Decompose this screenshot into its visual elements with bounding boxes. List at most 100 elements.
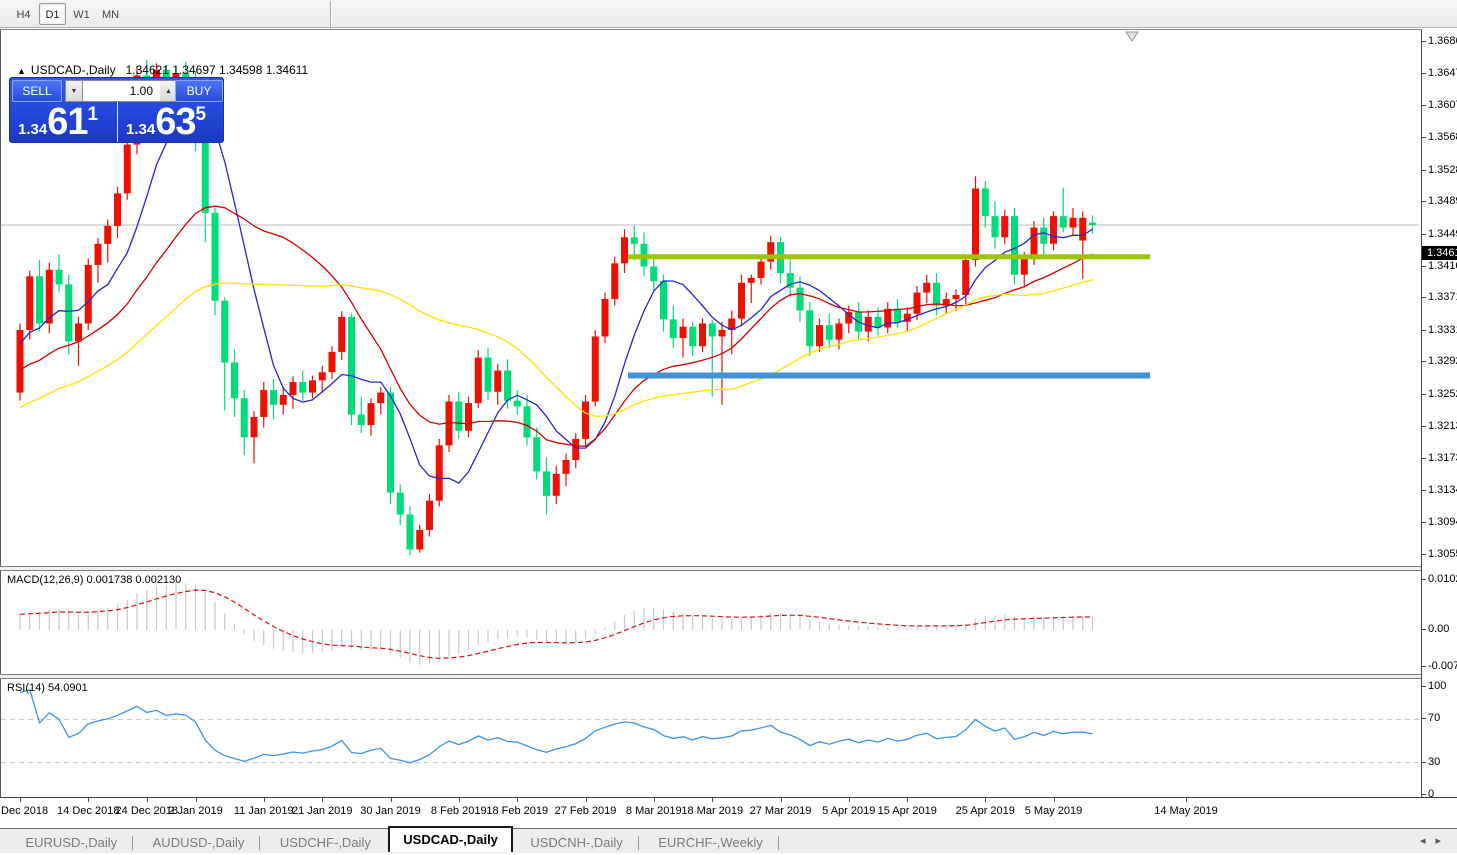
candle — [474, 357, 482, 404]
candle — [114, 193, 121, 226]
collapse-panel-icon[interactable]: ▲ — [17, 66, 26, 76]
date-axis-tick — [780, 798, 782, 802]
tab-usdcad-daily[interactable]: USDCAD-,Daily — [388, 826, 513, 852]
buy-price-display[interactable]: 1.34635 — [126, 101, 223, 143]
candle — [523, 406, 531, 438]
candle — [630, 237, 638, 244]
rsi-panel-canvas[interactable] — [1, 680, 1420, 798]
candle — [504, 370, 511, 401]
trend-line-resistance[interactable] — [628, 254, 1150, 260]
candle — [689, 326, 697, 347]
tab-divider — [637, 835, 639, 850]
candle — [289, 381, 297, 395]
buy-price-big: 63 — [155, 101, 196, 143]
candle — [952, 294, 960, 300]
tab-scroll-left-icon[interactable]: ◂ — [1420, 835, 1436, 847]
price-divider — [117, 102, 118, 142]
candle — [933, 282, 940, 306]
candle — [894, 308, 901, 322]
chart-symbol-title: USDCAD-,Daily — [30, 63, 116, 77]
price-axis-tick — [1422, 425, 1426, 427]
tf-button-w1[interactable]: W1 — [68, 3, 95, 25]
date-axis-label: 5 Dec 2018 — [0, 805, 49, 817]
chart-ohlc-values: 1.34621 1.34697 1.34598 1.34611 — [125, 63, 309, 77]
buy-price-sup: 5 — [195, 104, 207, 125]
tab-usdchf-daily[interactable]: USDCHF-,Daily — [267, 831, 384, 854]
date-axis-tick — [195, 798, 197, 802]
price-axis-label: 1.36470 — [1428, 66, 1457, 79]
macd-rsi-separator[interactable] — [0, 674, 1457, 679]
date-axis-label: 18 Mar 2019 — [681, 805, 744, 817]
volume-decrease-button[interactable]: ▼ — [65, 80, 83, 102]
candle — [757, 261, 765, 278]
chart-shift-marker-icon[interactable] — [1125, 31, 1139, 42]
sell-button[interactable]: SELL — [12, 80, 62, 102]
candle — [94, 243, 102, 265]
macd-signal-line — [19, 589, 1093, 659]
tab-audusd-daily[interactable]: AUDUSD-,Daily — [140, 831, 258, 854]
sell-price-display[interactable]: 1.34611 — [18, 103, 124, 142]
candle — [279, 394, 287, 405]
date-axis-label: 15 Apr 2019 — [877, 805, 937, 817]
price-axis-label: 1.32130 — [1428, 419, 1457, 432]
price-axis-tick — [1422, 297, 1426, 299]
candle — [104, 225, 112, 244]
ma-line-slow — [19, 279, 1093, 417]
tf-button-h4[interactable]: H4 — [10, 3, 37, 25]
date-axis-tick — [712, 798, 714, 802]
date-axis-tick — [907, 798, 909, 802]
date-axis-label: 18 Feb 2019 — [486, 805, 549, 817]
volume-input[interactable]: 1.00 — [82, 80, 161, 102]
main-macd-separator[interactable] — [0, 566, 1457, 571]
macd-panel-canvas[interactable] — [1, 572, 1420, 675]
trend-line-support[interactable] — [628, 372, 1150, 379]
tf-button-d1[interactable]: D1 — [39, 3, 66, 25]
candle — [1040, 227, 1048, 244]
macd-label: MACD(12,26,9) 0.001738 0.002130 — [7, 574, 182, 586]
date-axis-label: 14 May 2019 — [1154, 805, 1218, 817]
tab-eurchf-weekly[interactable]: EURCHF-,Weekly — [645, 831, 776, 854]
price-axis-label: 1.33710 — [1428, 291, 1457, 304]
candle — [679, 326, 687, 339]
candle — [16, 329, 24, 393]
candle — [367, 403, 375, 426]
candle — [231, 362, 238, 399]
candle — [533, 437, 541, 472]
rsi-axis-tick — [1422, 686, 1426, 687]
tab-scroll-right-icon[interactable]: ▸ — [1435, 835, 1451, 847]
candle — [582, 401, 589, 439]
candle — [435, 445, 443, 501]
price-axis-label: 1.35280 — [1428, 163, 1457, 176]
candle — [377, 392, 385, 404]
current-price-label: 1.34611 — [1422, 246, 1457, 260]
date-axis-tick — [20, 798, 21, 802]
rsi-line — [19, 689, 1093, 764]
candle — [406, 514, 414, 550]
macd-axis-label: -0.0074750 — [1428, 659, 1457, 672]
buy-button[interactable]: BUY — [175, 80, 223, 102]
tab-divider — [259, 835, 261, 850]
date-axis[interactable]: 5 Dec 201814 Dec 201824 Dec 20182 Jan 20… — [0, 797, 1457, 828]
candle — [396, 492, 404, 515]
candle — [572, 438, 580, 461]
price-axis[interactable]: 1.34611 1.36860 1.36470 1.36070 1.35680 1.35… — [1421, 29, 1457, 797]
tab-eurusd-daily[interactable]: EURUSD-,Daily — [12, 831, 130, 854]
candle — [426, 500, 433, 530]
candle — [348, 316, 355, 415]
candle — [318, 372, 326, 381]
date-axis-label: 2 Jan 2019 — [168, 805, 223, 817]
rsi-axis-tick — [1422, 794, 1426, 795]
date-axis-tick — [390, 798, 392, 802]
candle — [26, 276, 34, 330]
candle — [299, 381, 307, 393]
tab-usdcnh-daily[interactable]: USDCNH-,Daily — [517, 831, 635, 854]
date-axis-label: 27 Feb 2019 — [554, 805, 617, 817]
date-axis-tick — [458, 798, 460, 802]
candle — [1059, 216, 1067, 228]
price-axis-tick — [1422, 329, 1426, 331]
candle — [513, 400, 521, 407]
timeframe-toolbar: H4 D1 W1 MN — [0, 0, 1457, 28]
rsi-axis-tick — [1422, 718, 1426, 720]
candle — [1001, 216, 1009, 238]
tf-button-mn[interactable]: MN — [97, 3, 124, 25]
